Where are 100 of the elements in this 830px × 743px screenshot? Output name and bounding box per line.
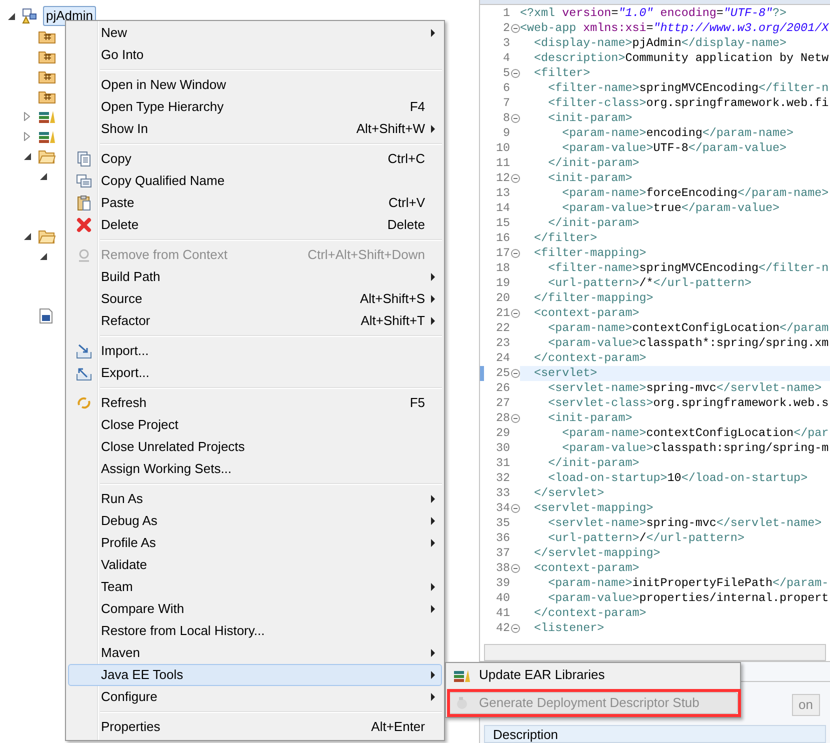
- code-text: <servlet-name>spring-mvc</servlet-name>: [547, 381, 823, 396]
- line-number: 31: [494, 454, 510, 472]
- line-number: 33: [494, 484, 510, 502]
- line-number: 29: [494, 424, 510, 442]
- menu-item[interactable]: Close Unrelated Projects: [68, 436, 442, 458]
- fold-icon[interactable]: [510, 249, 520, 258]
- code-text: <filter-class>org.springframework.web.fi: [547, 96, 830, 111]
- remove-icon: [76, 247, 92, 263]
- line-number: 6: [502, 80, 510, 97]
- menu-item[interactable]: Profile As: [68, 532, 442, 554]
- code-text: <param-value>classpath*:spring/spring.xm: [547, 336, 830, 351]
- submenu-arrow-icon: [431, 517, 435, 525]
- line-number: 9: [502, 124, 510, 142]
- fold-icon[interactable]: [510, 369, 520, 378]
- folder-icon: [38, 228, 56, 244]
- code-text: </servlet-mapping>: [533, 546, 662, 561]
- menu-item[interactable]: Run As: [68, 488, 442, 510]
- folder-icon: [38, 148, 56, 164]
- menu-item[interactable]: Update EAR Libraries: [448, 664, 738, 686]
- horizontal-scrollbar[interactable]: [484, 644, 826, 661]
- menu-item[interactable]: Properties Alt+Enter: [68, 716, 442, 738]
- code-text: </init-param>: [547, 156, 640, 171]
- menu-item[interactable]: Source Alt+Shift+S: [68, 288, 442, 310]
- code-text: <description>Community application by Netw: [533, 51, 830, 66]
- submenu-arrow-icon: [431, 317, 435, 325]
- line-number: 16: [494, 230, 510, 247]
- menu-item[interactable]: Go Into: [68, 44, 442, 66]
- menu-item[interactable]: Configure: [68, 686, 442, 708]
- code-text: <filter-name>springMVCEncoding</filter-n: [547, 81, 830, 96]
- fold-icon[interactable]: [510, 564, 520, 573]
- line-number: 11: [494, 154, 510, 172]
- code-text: <param-value>true</param-value>: [561, 201, 781, 216]
- submenu-arrow-icon: [431, 295, 435, 303]
- clipboard-icon: [76, 195, 92, 211]
- line-number: 2: [502, 20, 510, 37]
- code-text: </context-param>: [533, 606, 648, 621]
- expanded-arrow-icon[interactable]: [40, 252, 46, 260]
- menu-item[interactable]: Export...: [68, 362, 442, 384]
- code-text: <url-pattern>/</url-pattern>: [547, 531, 746, 546]
- code-text: <init-param>: [547, 171, 634, 186]
- collapsed-arrow-icon[interactable]: [24, 112, 30, 120]
- menu-item[interactable]: Import...: [68, 340, 442, 362]
- submenu-arrow-icon: [431, 649, 435, 657]
- menu-item[interactable]: Open Type Hierarchy F4: [68, 96, 442, 118]
- fold-icon[interactable]: [510, 414, 520, 423]
- delete-icon: [76, 217, 92, 233]
- expanded-arrow-icon[interactable]: [40, 172, 46, 180]
- fold-icon[interactable]: [510, 504, 520, 513]
- fold-icon[interactable]: [510, 309, 520, 318]
- menu-item[interactable]: Refactor Alt+Shift+T: [68, 310, 442, 332]
- fold-icon[interactable]: [510, 174, 520, 183]
- line-number: 7: [502, 94, 510, 112]
- collapsed-arrow-icon[interactable]: [24, 132, 30, 140]
- line-number: 19: [494, 274, 510, 292]
- menu-item[interactable]: Validate: [68, 554, 442, 576]
- code-text: <web-app xmlns:xsi="http://www.w3.org/2001/X: [520, 21, 830, 36]
- fold-icon[interactable]: [510, 69, 520, 78]
- code-text: <param-name>encoding</param-name>: [561, 126, 795, 141]
- code-text: </context-param>: [533, 351, 648, 366]
- expanded-arrow-icon[interactable]: [8, 12, 14, 20]
- line-number: 13: [494, 184, 510, 202]
- fold-icon[interactable]: [510, 624, 520, 633]
- line-number: 15: [494, 214, 510, 232]
- fold-icon[interactable]: [510, 24, 520, 33]
- menu-item[interactable]: Build Path: [68, 266, 442, 288]
- line-number: 14: [494, 200, 510, 217]
- line-number: 40: [494, 590, 510, 607]
- code-text: </init-param>: [547, 456, 640, 471]
- menu-item[interactable]: Team: [68, 576, 442, 598]
- line-number: 10: [494, 140, 510, 157]
- line-number: 20: [494, 290, 510, 307]
- menu-item[interactable]: Copy Qualified Name: [68, 170, 442, 192]
- menu-item[interactable]: Close Project: [68, 414, 442, 436]
- code-text: </filter-mapping>: [533, 291, 654, 306]
- menu-item[interactable]: Copy Ctrl+C: [68, 148, 442, 170]
- menu-item[interactable]: Refresh F5: [68, 392, 442, 414]
- line-number: 25: [494, 364, 510, 382]
- menu-item[interactable]: Open in New Window: [68, 74, 442, 96]
- table-header: Description: [484, 725, 826, 743]
- code-text: <context-param>: [533, 306, 640, 321]
- expanded-arrow-icon[interactable]: [24, 152, 30, 160]
- menu-item[interactable]: Debug As: [68, 510, 442, 532]
- code-text: <servlet-class>org.springframework.web.s: [547, 396, 830, 411]
- line-number: 42: [494, 620, 510, 637]
- menu-item[interactable]: Delete Delete: [68, 214, 442, 236]
- menu-item[interactable]: Paste Ctrl+V: [68, 192, 442, 214]
- expanded-arrow-icon[interactable]: [24, 232, 30, 240]
- menu-item[interactable]: Restore from Local History...: [68, 620, 442, 642]
- code-text: <url-pattern>/*</url-pattern>: [547, 276, 752, 291]
- menu-item[interactable]: Show In Alt+Shift+W: [68, 118, 442, 140]
- line-number: 28: [494, 410, 510, 427]
- code-text: </filter>: [533, 231, 598, 246]
- code-text: <?xml version="1.0" encoding="UTF-8"?>: [520, 6, 788, 21]
- fold-icon[interactable]: [510, 114, 520, 123]
- menu-item[interactable]: Compare With: [68, 598, 442, 620]
- menu-item[interactable]: Assign Working Sets...: [68, 458, 442, 480]
- menu-item[interactable]: Java EE Tools: [68, 664, 442, 686]
- line-number: 5: [502, 64, 510, 82]
- line-number: 8: [502, 110, 510, 127]
- menu-item[interactable]: Maven: [68, 642, 442, 664]
